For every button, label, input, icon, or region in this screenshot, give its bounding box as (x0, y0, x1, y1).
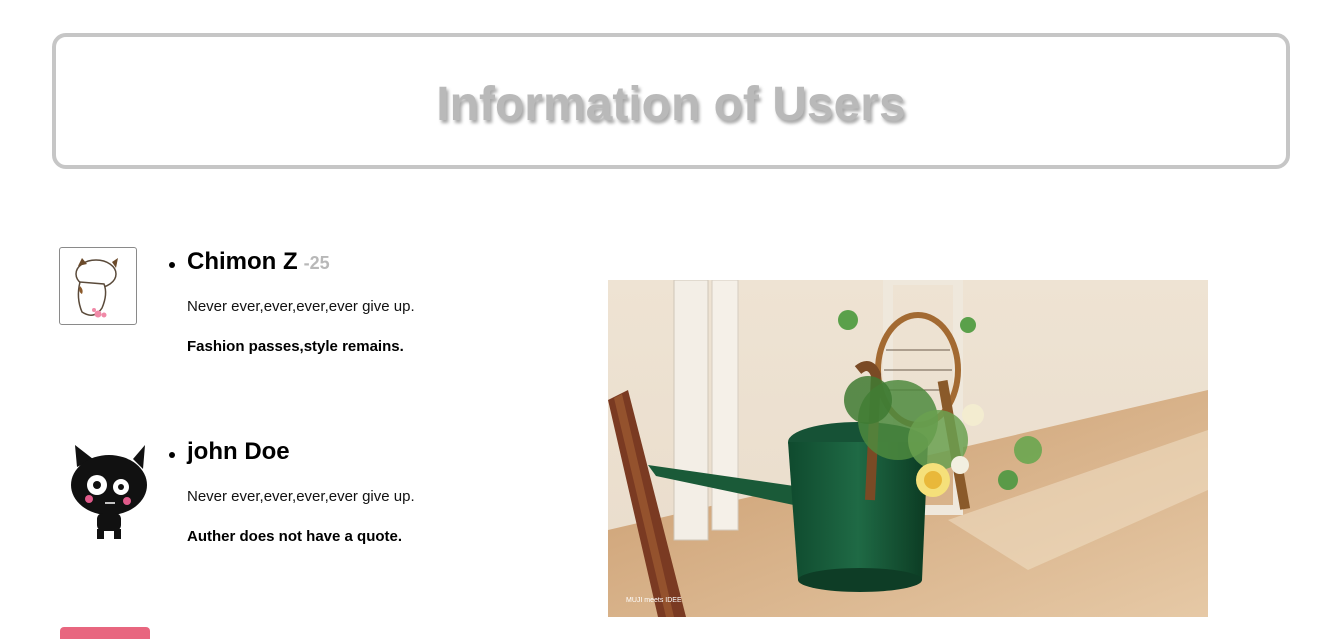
user-name-row: john Doe (187, 438, 290, 466)
user-name: john Doe (187, 438, 290, 465)
user-age: -25 (303, 253, 330, 273)
avatar-cat-white (59, 247, 137, 325)
list-bullet (169, 262, 175, 268)
avatar-partial (60, 627, 150, 639)
user-name: Chimon Z (187, 248, 298, 275)
white-cat-icon (75, 258, 118, 318)
user-quote: Fashion passes,style remains. (187, 338, 404, 355)
list-bullet (169, 452, 175, 458)
featured-photo: MUJI meets IDEE (608, 280, 1208, 617)
user-name-row: Chimon Z -25 (187, 248, 330, 276)
user-motto: Never ever,ever,ever,ever give up. (187, 298, 415, 315)
photo-watermark: MUJI meets IDEE (626, 597, 682, 604)
user-quote: Auther does not have a quote. (187, 528, 403, 545)
header-box: Information of Users (52, 33, 1290, 169)
user-motto: Never ever,ever,ever,ever give up. (187, 488, 415, 505)
avatar-cat-black (63, 441, 153, 545)
page-title: Information of Users (436, 78, 906, 131)
black-cat-icon (71, 445, 147, 539)
watering-can-photo: MUJI meets IDEE (608, 280, 1208, 617)
